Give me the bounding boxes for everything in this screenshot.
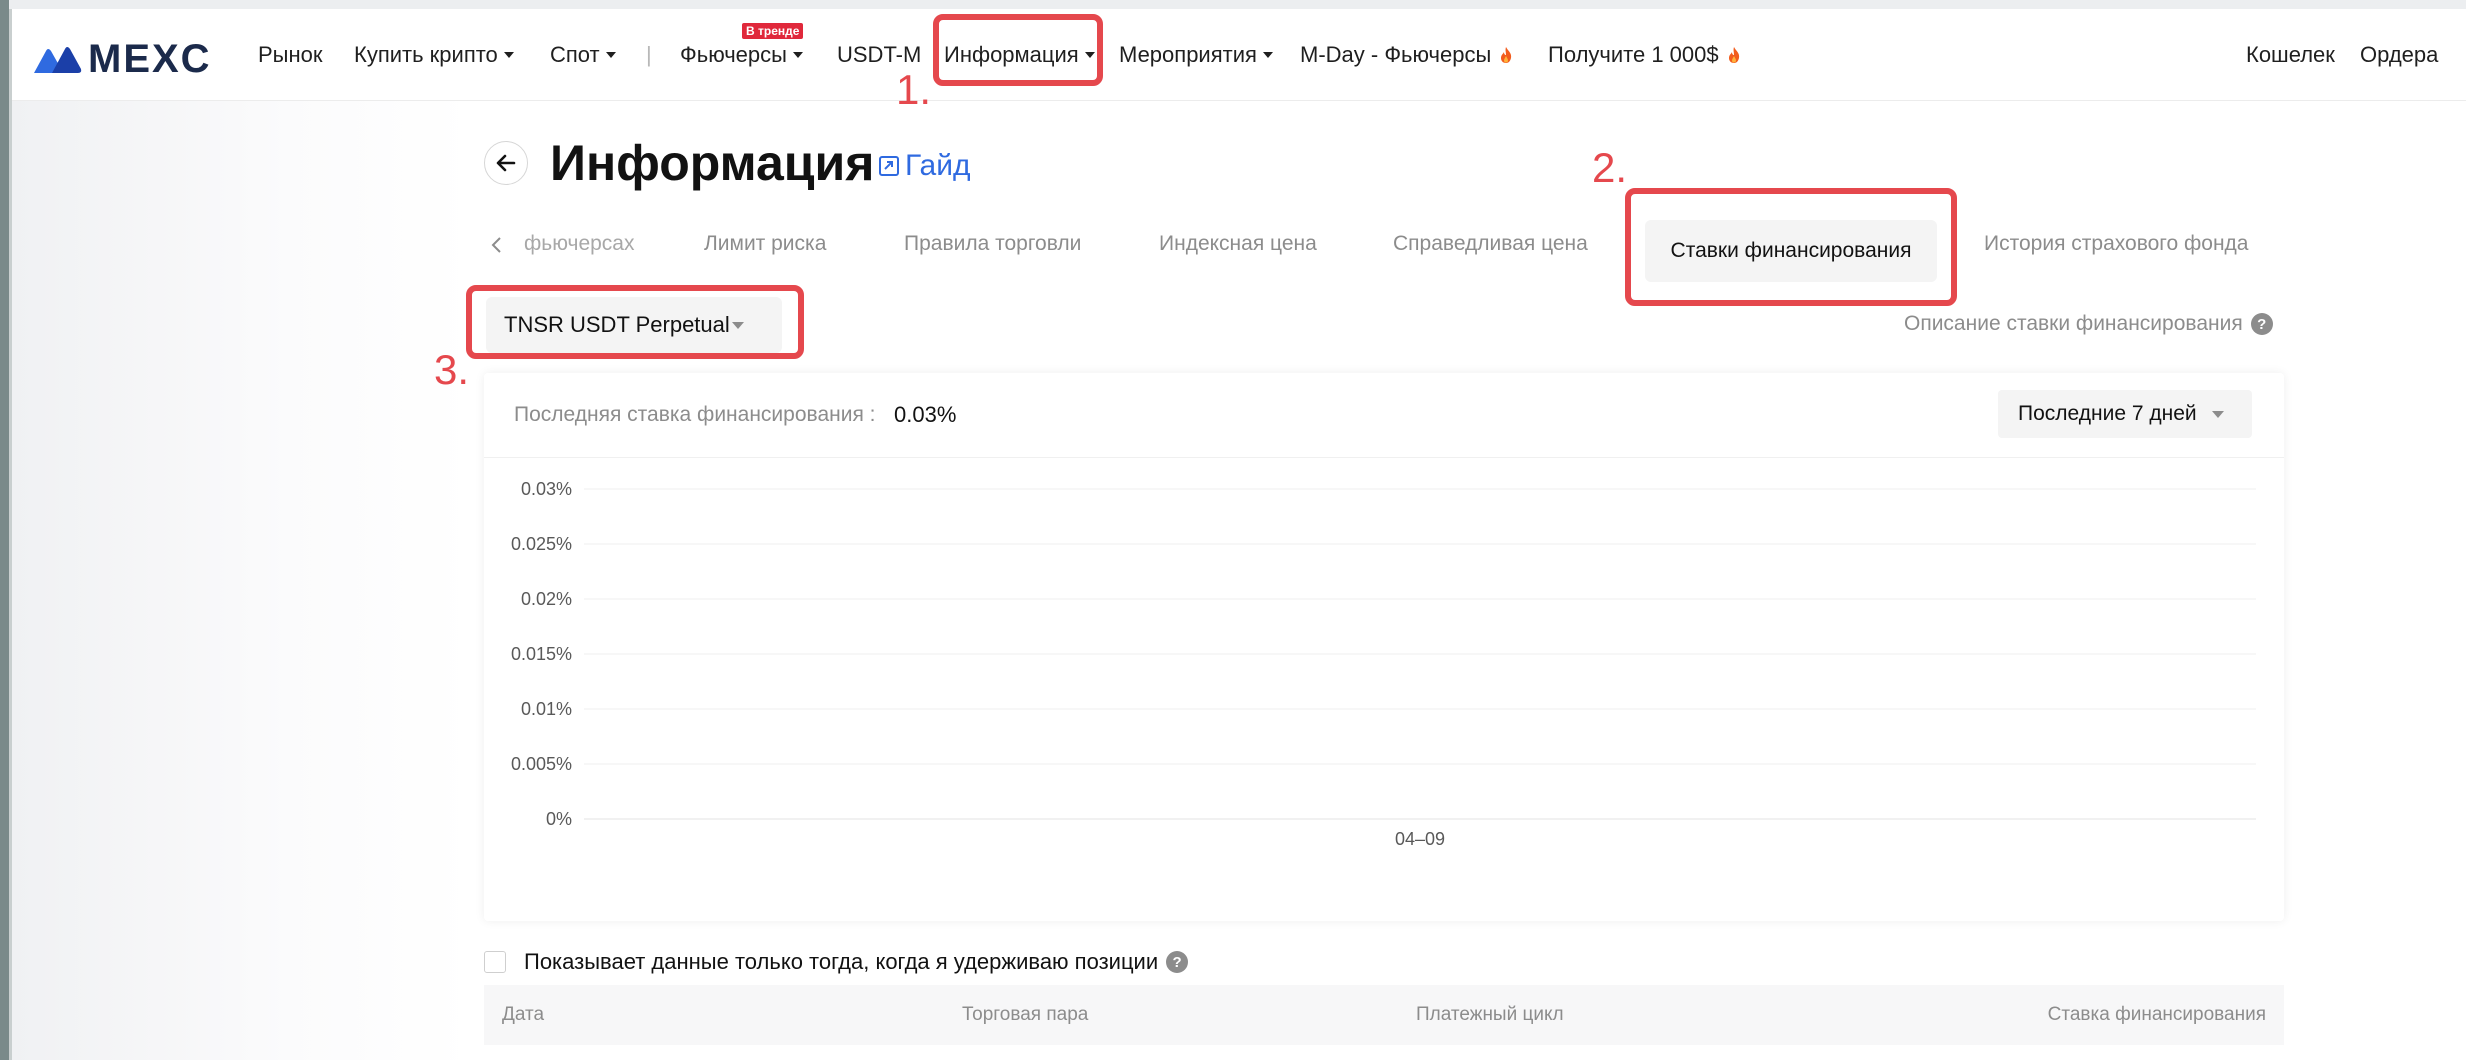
chevron-down-icon	[1262, 51, 1273, 58]
annotation-box-information	[933, 14, 1103, 86]
funding-rate-chart-card: Последняя ставка финансирования : 0.03% …	[484, 373, 2284, 921]
top-navbar: MEXC Рынок Купить крипто Спот | Фьючерсы…	[12, 9, 2466, 101]
tab-funding-rates-label: Ставки финансирования	[1670, 239, 1912, 262]
only-holding-filter[interactable]: Показывает данные только тогда, когда я …	[484, 949, 1189, 975]
y-tick-label: 0.015%	[511, 644, 572, 664]
chevron-down-icon	[605, 51, 616, 58]
contract-select[interactable]: TNSR USDT Perpetual	[486, 297, 782, 353]
annotation-number-3: 3.	[434, 346, 470, 393]
nav-futures-label: Фьючерсы	[680, 41, 787, 67]
guide-label: Гайд	[905, 149, 971, 182]
nav-usdt-m-label: USDT-M	[837, 41, 922, 67]
trending-badge: В тренде	[742, 23, 804, 39]
funding-rate-description-label: Описание ставки финансирования	[1904, 312, 2243, 335]
nav-events[interactable]: Мероприятия	[1119, 9, 1273, 100]
nav-orders[interactable]: Ордера	[2360, 9, 2438, 100]
nav-get-bonus-label: Получите 1 000$	[1548, 41, 1719, 67]
chevron-down-icon	[792, 51, 803, 58]
funding-rate-chart: 0.03% 0.025% 0.02% 0.015% 0.01% 0.005% 0% 04–09	[511, 479, 2256, 849]
page-left-shade	[12, 100, 472, 1060]
tab-funding-rates[interactable]: Ставки финансирования	[1645, 220, 1937, 282]
annotation-number-1: 1.	[896, 66, 932, 113]
nav-spot-label: Спот	[550, 41, 600, 67]
y-tick-label: 0.02%	[521, 589, 572, 609]
y-tick-label: 0.01%	[521, 699, 572, 719]
tab-risk-limit[interactable]: Лимит риска	[704, 232, 826, 256]
page-title: Информация	[550, 135, 875, 191]
only-holding-label: Показывает данные только тогда, когда я …	[524, 949, 1159, 974]
tab-trading-rules[interactable]: Правила торговли	[904, 232, 1081, 256]
chevron-down-icon	[2212, 411, 2224, 418]
guide-book-icon	[879, 156, 899, 176]
nav-spot[interactable]: Спот	[550, 9, 616, 100]
col-trading-pair: Торговая пара	[962, 1004, 1089, 1025]
chevron-down-icon	[503, 51, 514, 58]
browser-top-strip	[9, 0, 2466, 9]
funding-rate-description-link[interactable]: Описание ставки финансирования ?	[1904, 312, 2273, 336]
last-rate-value: 0.03%	[894, 402, 957, 427]
chart-card-header: Последняя ставка финансирования : 0.03% …	[484, 373, 2284, 458]
y-tick-label: 0%	[546, 809, 572, 829]
y-tick-label: 0.03%	[521, 479, 572, 499]
mexc-logo[interactable]: MEXC	[32, 37, 212, 81]
nav-buy-crypto[interactable]: Купить крипто	[354, 9, 514, 100]
y-tick-label: 0.025%	[511, 534, 572, 554]
arrow-left-icon	[496, 154, 516, 172]
col-payment-cycle: Платежный цикл	[1416, 1004, 1564, 1025]
period-select-value: Последние 7 дней	[2018, 402, 2197, 425]
nav-orders-label: Ордера	[2360, 41, 2439, 67]
nav-wallet-label: Кошелек	[2246, 41, 2335, 67]
y-tick-label: 0.005%	[511, 754, 572, 774]
only-holding-checkbox[interactable]	[484, 951, 506, 973]
tab-index-price[interactable]: Индексная цена	[1159, 232, 1317, 256]
contract-select-value: TNSR USDT Perpetual	[504, 312, 730, 337]
nav-wallet[interactable]: Кошелек	[2246, 9, 2335, 100]
nav-market-label: Рынок	[258, 41, 323, 67]
nav-divider: |	[646, 9, 652, 100]
funding-history-table-header: Дата Торговая пара Платежный цикл Ставка…	[484, 985, 2284, 1045]
fire-icon	[1501, 46, 1512, 63]
nav-m-day-futures[interactable]: M-Day - Фьючерсы	[1300, 9, 1513, 100]
tab-insurance-fund-history[interactable]: История страхового фонда	[1984, 232, 2249, 256]
nav-buy-crypto-label: Купить крипто	[354, 41, 498, 67]
guide-link[interactable]: Гайд	[877, 149, 971, 183]
fire-icon	[1728, 46, 1739, 63]
period-select[interactable]: Последние 7 дней	[1998, 390, 2252, 438]
mexc-logo-mark-icon	[34, 47, 82, 73]
logo-text: MEXC	[88, 36, 212, 81]
tab-futures-partial[interactable]: фьючерсах	[524, 232, 635, 256]
help-icon: ?	[1166, 951, 1189, 973]
annotation-number-2: 2.	[1592, 144, 1628, 191]
col-funding-rate: Ставка финансирования	[2047, 1004, 2266, 1025]
window-edge	[0, 0, 9, 1060]
col-date: Дата	[502, 1004, 545, 1025]
help-icon: ?	[2250, 313, 2273, 335]
chevron-down-icon	[732, 322, 744, 329]
nav-m-day-futures-label: M-Day - Фьючерсы	[1300, 41, 1492, 67]
x-tick-label: 04–09	[1395, 829, 1445, 849]
back-button[interactable]	[484, 141, 528, 185]
nav-divider-glyph: |	[646, 41, 652, 67]
nav-events-label: Мероприятия	[1119, 41, 1257, 67]
tabs-scroll-left-icon[interactable]	[490, 234, 504, 256]
nav-market[interactable]: Рынок	[258, 9, 323, 100]
nav-get-bonus[interactable]: Получите 1 000$	[1548, 9, 1741, 100]
tab-fair-price[interactable]: Справедливая цена	[1393, 232, 1588, 256]
last-rate-label: Последняя ставка финансирования :	[514, 403, 876, 426]
